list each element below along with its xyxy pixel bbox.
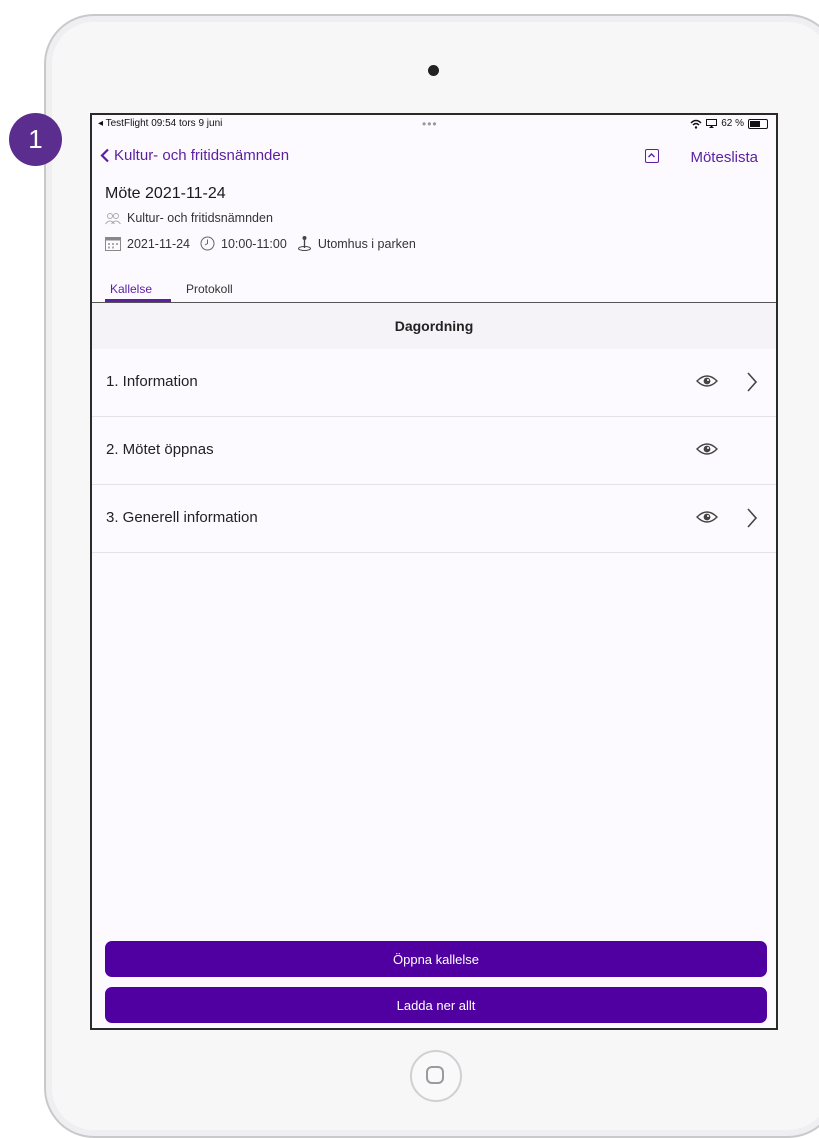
download-all-button[interactable]: Ladda ner allt bbox=[105, 987, 767, 1023]
agenda-item-label: 1. Information bbox=[106, 373, 198, 390]
chevron-right-icon[interactable] bbox=[746, 507, 758, 529]
section-header: Dagordning bbox=[92, 303, 776, 349]
step-badge: 1 bbox=[9, 113, 62, 166]
back-button[interactable]: Kultur- och fritidsnämnden bbox=[100, 147, 289, 164]
open-notice-button[interactable]: Öppna kallelse bbox=[105, 941, 767, 977]
active-tab-indicator bbox=[105, 299, 171, 302]
location-pin-icon bbox=[297, 236, 311, 251]
tab-protokoll[interactable]: Protokoll bbox=[186, 282, 233, 296]
tab-kallelse[interactable]: Kallelse bbox=[110, 282, 152, 296]
battery-icon bbox=[748, 118, 768, 129]
home-button[interactable] bbox=[410, 1050, 462, 1102]
status-bar: ◂ TestFlight 09:54 tors 9 juni ••• 62 % bbox=[92, 115, 776, 133]
agenda-item-label: 2. Mötet öppnas bbox=[106, 441, 214, 458]
meeting-location: Utomhus i parken bbox=[317, 236, 416, 251]
wifi-icon bbox=[690, 119, 702, 129]
home-button-icon bbox=[426, 1066, 444, 1084]
status-left: ◂ TestFlight 09:54 tors 9 juni bbox=[98, 118, 223, 129]
chevron-left-icon bbox=[100, 148, 109, 163]
meeting-details-row: 2021-11-24 10:00-11:00 Utomhus i parken bbox=[105, 235, 416, 252]
agenda-item[interactable]: 1. Information bbox=[92, 349, 776, 417]
battery-percent: 62 % bbox=[721, 118, 744, 129]
agenda-item-label: 3. Generell information bbox=[106, 509, 258, 526]
committee-name: Kultur- och fritidsnämnden bbox=[127, 211, 273, 225]
nav-bar: Kultur- och fritidsnämnden Möteslista bbox=[92, 141, 776, 173]
collapse-button[interactable] bbox=[645, 149, 659, 163]
agenda-item[interactable]: 3. Generell information bbox=[92, 485, 776, 553]
eye-icon[interactable] bbox=[696, 509, 718, 525]
eye-icon[interactable] bbox=[696, 441, 718, 457]
tab-bar: Kallelse Protokoll bbox=[92, 280, 776, 303]
meeting-date: 2021-11-24 bbox=[127, 236, 191, 251]
chevron-right-icon[interactable] bbox=[746, 371, 758, 393]
agenda-item[interactable]: 2. Mötet öppnas bbox=[92, 417, 776, 485]
meeting-list-link[interactable]: Möteslista bbox=[690, 149, 758, 166]
collapse-icon bbox=[648, 153, 655, 158]
battery-fill bbox=[750, 120, 760, 127]
multitasking-dots[interactable]: ••• bbox=[422, 117, 438, 131]
meeting-title: Möte 2021-11-24 bbox=[105, 185, 226, 202]
app-screen: ◂ TestFlight 09:54 tors 9 juni ••• 62 % … bbox=[90, 113, 778, 1030]
screen-mirror-icon bbox=[706, 119, 718, 128]
people-icon bbox=[105, 212, 121, 224]
back-button-label: Kultur- och fritidsnämnden bbox=[114, 147, 290, 164]
camera bbox=[428, 65, 439, 76]
calendar-icon bbox=[105, 237, 121, 251]
meeting-time: 10:00-11:00 bbox=[221, 236, 287, 251]
eye-icon[interactable] bbox=[696, 373, 718, 389]
status-right: 62 % bbox=[690, 118, 768, 129]
clock-icon bbox=[200, 236, 215, 251]
agenda-list: 1. Information 2. Mötet öppnas 3. Genere… bbox=[92, 349, 776, 553]
meeting-header: Möte 2021-11-24 Kultur- och fritidsnämnd… bbox=[105, 185, 416, 252]
committee-row: Kultur- och fritidsnämnden bbox=[105, 211, 416, 225]
